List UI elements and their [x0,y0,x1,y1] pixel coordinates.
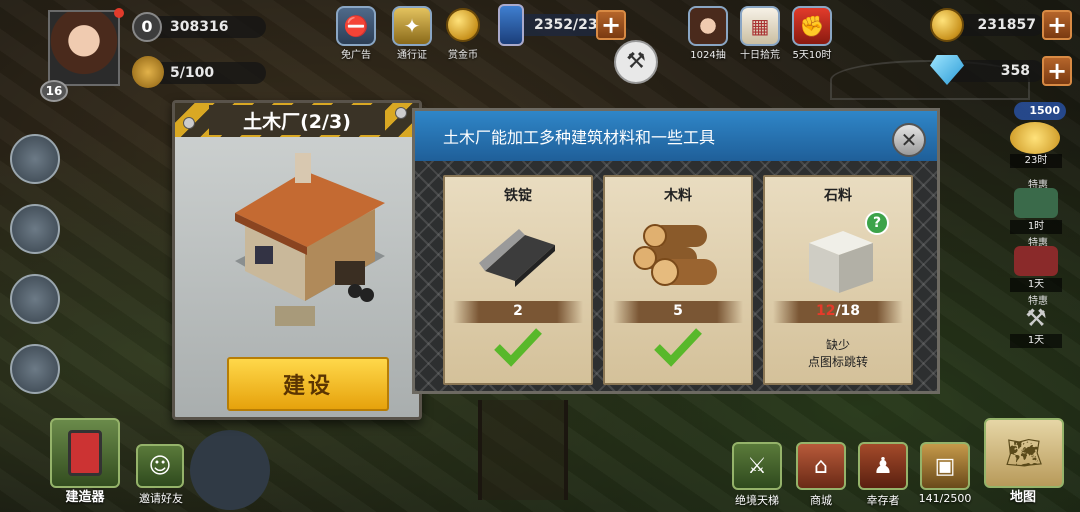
material-count: 12/18 [765,303,911,319]
player-avatar[interactable] [48,10,120,86]
wood-logs-icon [633,224,717,286]
invite-friends-button[interactable]: ☺ [136,444,184,488]
shop-label: 商城 [810,494,832,507]
survivor-slot-4[interactable] [10,344,60,394]
building-title: 土木厂(2/3) [209,105,385,135]
gacha-label: 1024抽 [690,50,726,61]
offer-robot-icon[interactable] [1014,188,1058,218]
population-icon [132,56,164,88]
power-value: 308316 [170,19,229,35]
stone-block-icon [809,231,873,293]
fist-event-label: 5天10时 [792,50,832,61]
energy-add-button[interactable]: + [596,10,626,40]
survivor-slot-1[interactable] [10,134,60,184]
fist-icon[interactable]: ✊ [792,6,832,46]
ladder-button[interactable]: ⚔ [732,442,782,490]
checkmark-icon [654,328,702,367]
gold-coin-icon [930,8,964,42]
material-name: 木料 [664,188,692,204]
offer-tools-icon[interactable]: ⚒ [1016,304,1056,334]
map-button[interactable]: 🗺 [984,418,1064,488]
missing-hint: 缺少 点图标跳转 [765,337,911,371]
energy-drink-icon [498,4,524,46]
map-icon: 🗺 [1004,435,1044,471]
jump-hint-label: 点图标跳转 [807,355,868,369]
chest-progress-label: 141/2500 [918,492,972,505]
no-ads-icon[interactable]: ⛔ [336,6,376,46]
material-count: 5 [673,303,683,319]
invite-icon: ☺ [148,453,172,479]
calendar-icon[interactable]: ▦ [740,6,780,46]
panel-description: 土木厂能加工多种建筑材料和一些工具 [443,128,716,147]
material-name: 铁锭 [504,188,532,204]
build-button[interactable]: 建设 [227,357,389,411]
panel-header: 土木厂能加工多种建筑材料和一些工具 [415,111,937,161]
bounty-coin-icon[interactable] [446,8,480,42]
survivor-slot-2[interactable] [10,204,60,254]
offer-timer-2: 1时 [1010,220,1062,234]
offer-timer-4: 1天 [1010,334,1062,348]
offer-vehicle-icon[interactable] [1014,246,1058,276]
missing-label: 缺少 [825,338,850,352]
bounty-coin-label: 赏金币 [448,50,478,61]
piggy-bank-icon[interactable] [1010,122,1060,154]
builder-button[interactable] [50,418,120,488]
screw-left-icon [183,117,195,129]
material-need: /18 [835,303,861,319]
material-count: 2 [513,303,523,319]
checkmark-icon [494,328,542,367]
shop-icon: ⌂ [814,453,828,479]
ladder-icon: ⚔ [747,453,767,479]
survivor-button[interactable]: ♟ [858,442,908,490]
requirements-panel: 土木厂能加工多种建筑材料和一些工具 ✕ 铁锭 2 木料 5 石料 ? 12/18… [412,108,940,394]
building-card: 土木厂(2/3) 建设 [172,100,422,420]
iron-ingot-icon [479,229,555,287]
gold-add-button[interactable]: + [1042,10,1072,40]
chest-button[interactable]: ▣ [920,442,970,490]
workshop-building-image [235,153,385,326]
gem-value: 358 [1000,63,1030,79]
power-icon: 0 [132,12,162,42]
gacha-avatar-icon[interactable] [688,6,728,46]
map-label: 地图 [1009,490,1036,505]
shop-button[interactable]: ⌂ [796,442,846,490]
chest-icon: ▣ [934,453,956,479]
material-card-wood[interactable]: 木料 5 [603,175,753,385]
population-value: 5/100 [170,65,215,81]
card-header: 土木厂(2/3) [175,103,419,137]
pass-icon[interactable]: ✦ [392,6,432,46]
survivor-label: 幸存者 [866,494,900,507]
material-have: 12 [815,303,836,319]
hammer-icon[interactable]: ⚒ [614,40,658,84]
invite-label: 邀请好友 [139,492,183,505]
calendar-label: 十日拾荒 [740,50,780,61]
tablet-icon [68,430,102,476]
gem-add-button[interactable]: + [1042,56,1072,86]
gold-value: 231857 [977,17,1036,33]
level-badge: 16 [40,80,68,102]
offer-timer-1: 23时 [1010,154,1062,168]
survivor-slot-3[interactable] [10,274,60,324]
builder-label: 建造器 [65,490,105,505]
material-card-stone[interactable]: 石料 ? 12/18 缺少 点图标跳转 [763,175,913,385]
material-name: 石料 [824,188,852,204]
no-ads-label: 免广告 [341,50,371,61]
close-button[interactable]: ✕ [892,123,926,157]
close-icon: ✕ [900,128,918,152]
ladder-label: 绝境天梯 [735,494,779,507]
screw-right-icon [395,107,407,119]
gem-bonus-badge[interactable]: 1500 [1014,102,1066,120]
notification-dot [114,8,124,18]
material-card-iron[interactable]: 铁锭 2 [443,175,593,385]
survivor-icon: ♟ [873,453,893,479]
offer-timer-3: 1天 [1010,278,1062,292]
